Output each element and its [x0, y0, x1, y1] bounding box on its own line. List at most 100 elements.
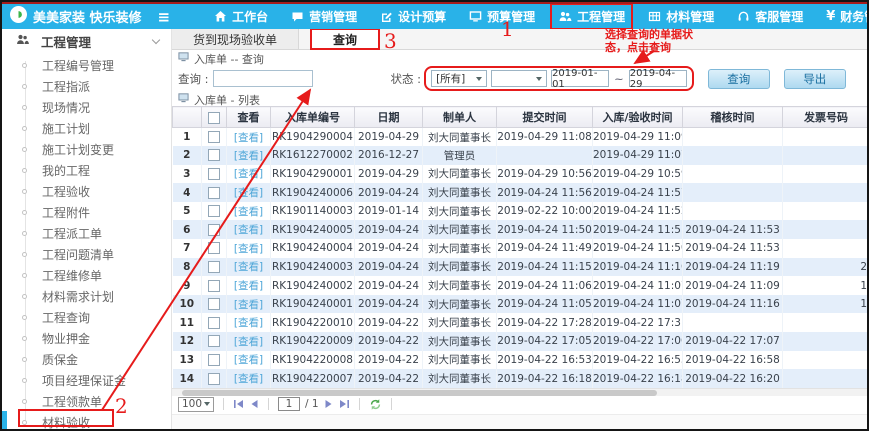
sidebar-item[interactable]: 材料验收	[2, 412, 171, 431]
last-page-button[interactable]	[339, 399, 350, 409]
sidebar-item[interactable]: 质保金	[2, 349, 171, 370]
sidebar-item[interactable]: 物业押金	[2, 328, 171, 349]
cell-order-code: RK1904220009	[271, 332, 355, 351]
row-checkbox[interactable]	[208, 242, 220, 254]
view-link[interactable]: [查看]	[234, 206, 263, 218]
sidebar-item[interactable]: 工程验收	[2, 181, 171, 202]
status-select-secondary[interactable]	[491, 70, 547, 87]
sidebar-item[interactable]: 工程维修单	[2, 265, 171, 286]
page-size-select[interactable]: 100	[178, 397, 214, 412]
nav-item-budget[interactable]: 预算管理	[463, 5, 541, 28]
row-number: 7	[173, 239, 202, 258]
users-icon	[15, 33, 30, 49]
nav-item-workbench[interactable]: 工作台	[208, 5, 274, 28]
first-page-button[interactable]	[233, 399, 244, 409]
query-input[interactable]	[213, 70, 313, 87]
scrollbar-thumb[interactable]	[182, 390, 657, 396]
sidebar-item[interactable]: 材料需求计划	[2, 286, 171, 307]
view-link[interactable]: [查看]	[234, 280, 263, 292]
row-number: 13	[173, 351, 202, 370]
row-checkbox[interactable]	[208, 373, 220, 385]
cell-maker: 刘大同董事长	[423, 239, 497, 258]
nav-item-finance[interactable]: ¥ 财务管理	[820, 5, 867, 28]
view-link[interactable]: [查看]	[234, 373, 263, 385]
tab-goods-acceptance[interactable]: 货到现场验收单	[172, 29, 299, 49]
cell-invoice-no	[783, 202, 868, 221]
row-checkbox[interactable]	[208, 131, 220, 143]
export-button[interactable]: 导出	[784, 69, 846, 89]
view-link[interactable]: [查看]	[234, 168, 263, 180]
next-page-button[interactable]	[324, 399, 334, 409]
view-link[interactable]: [查看]	[234, 261, 263, 273]
bullet-icon	[22, 147, 27, 152]
sidebar-item[interactable]: 施工计划	[2, 118, 171, 139]
row-checkbox[interactable]	[208, 224, 220, 236]
view-link[interactable]: [查看]	[234, 299, 263, 311]
row-checkbox[interactable]	[208, 205, 220, 217]
view-link[interactable]: [查看]	[234, 317, 263, 329]
view-link[interactable]: [查看]	[234, 243, 263, 255]
row-checkbox[interactable]	[208, 149, 220, 161]
horizontal-scrollbar	[172, 388, 867, 396]
sidebar-item[interactable]: 施工计划变更	[2, 139, 171, 160]
nav-item-customer-service[interactable]: 客服管理	[731, 5, 809, 28]
select-all-checkbox[interactable]	[208, 112, 220, 124]
cell-audit-time	[683, 146, 783, 165]
row-checkbox[interactable]	[208, 317, 220, 329]
cell-date: 2019-04-24	[355, 295, 423, 314]
date-to-input[interactable]: 2019-04-29	[629, 70, 687, 87]
cell-order-code: RK1904290001	[271, 165, 355, 184]
page-total-label: / 1	[305, 398, 319, 410]
sidebar-item[interactable]: 我的工程	[2, 160, 171, 181]
sidebar-menu: 工程编号管理 工程指派 现场情况 施工计划	[2, 55, 171, 431]
sidebar-header-engineering[interactable]: 工程管理	[2, 29, 171, 53]
view-link[interactable]: [查看]	[234, 187, 263, 199]
cell-date: 2019-04-22	[355, 351, 423, 370]
row-checkbox[interactable]	[208, 298, 220, 310]
sidebar-item[interactable]: 项目经理保证金	[2, 370, 171, 391]
view-link[interactable]: [查看]	[234, 150, 263, 162]
nav-item-engineering[interactable]: 工程管理	[552, 5, 631, 28]
nav-item-design-budget[interactable]: 设计预算	[374, 5, 452, 28]
row-checkbox[interactable]	[208, 354, 220, 366]
row-checkbox[interactable]	[208, 280, 220, 292]
refresh-icon[interactable]	[369, 398, 382, 411]
tab-query[interactable]: 查询	[311, 29, 379, 49]
row-checkbox[interactable]	[208, 335, 220, 347]
search-button[interactable]: 查询	[708, 69, 770, 89]
view-link[interactable]: [查看]	[234, 132, 263, 144]
nav-item-marketing[interactable]: 营销管理	[285, 5, 363, 28]
header-inbound-time: 入库/验收时间	[593, 107, 683, 128]
hamburger-menu-icon[interactable]: ≡	[158, 8, 171, 26]
date-from-input[interactable]: 2019-01-01	[551, 70, 609, 87]
sidebar-item[interactable]: 工程领款单	[2, 391, 171, 412]
table-row: 13 [查看] RK1904220008 2019-04-22 刘大同董事长 2…	[173, 351, 868, 370]
table-row: 10 [查看] RK1904240001 2019-04-24 刘大同董事长 2…	[173, 295, 868, 314]
cell-order-code: RK1904240004	[271, 239, 355, 258]
cell-order-code: RK1904220010	[271, 313, 355, 332]
status-select[interactable]: [所有]	[431, 70, 487, 87]
cell-invoice-no	[783, 313, 868, 332]
bullet-icon	[22, 420, 27, 425]
cell-submit-time: 2019-04-22 17:28	[497, 313, 593, 332]
prev-page-button[interactable]	[249, 399, 259, 409]
current-page-input[interactable]: 1	[278, 397, 300, 411]
header-audit-time: 稽核时间	[683, 107, 783, 128]
view-link[interactable]: [查看]	[234, 224, 263, 236]
view-link[interactable]: [查看]	[234, 354, 263, 366]
row-checkbox[interactable]	[208, 261, 220, 273]
cell-inbound-time: 2019-04-29 11:07	[593, 146, 683, 165]
cell-order-code: RK1904240006	[271, 183, 355, 202]
view-link[interactable]: [查看]	[234, 336, 263, 348]
nav-item-materials[interactable]: 材料管理	[642, 5, 720, 28]
sidebar-item[interactable]: 工程指派	[2, 76, 171, 97]
sidebar-item[interactable]: 工程编号管理	[2, 55, 171, 76]
monitor-icon	[469, 10, 482, 23]
sidebar-item[interactable]: 工程问题清单	[2, 244, 171, 265]
sidebar-item[interactable]: 工程派工单	[2, 223, 171, 244]
sidebar-item[interactable]: 工程查询	[2, 307, 171, 328]
row-checkbox[interactable]	[208, 168, 220, 180]
row-checkbox[interactable]	[208, 187, 220, 199]
sidebar-item[interactable]: 现场情况	[2, 97, 171, 118]
sidebar-item[interactable]: 工程附件	[2, 202, 171, 223]
